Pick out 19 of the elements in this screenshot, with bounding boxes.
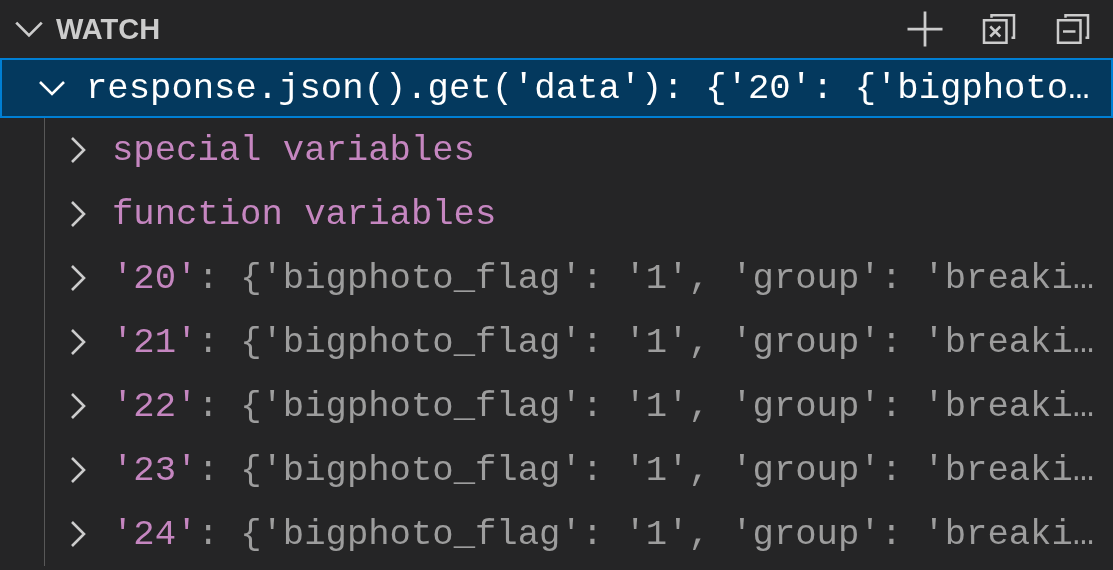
variable-row[interactable]: function variables — [0, 182, 1113, 246]
variable-row[interactable]: '22': {'bigphoto_flag': '1', 'group': 'breaki… — [0, 374, 1113, 438]
variable-entry: '24': {'bigphoto_flag': '1', 'group': 'breaki… — [112, 513, 1095, 555]
variable-entry: '20': {'bigphoto_flag': '1', 'group': 'breaki… — [112, 257, 1095, 299]
variable-group-label: function variables — [112, 193, 497, 235]
variable-row[interactable]: '24': {'bigphoto_flag': '1', 'group': 'breaki… — [0, 502, 1113, 566]
variable-row[interactable]: '23': {'bigphoto_flag': '1', 'group': 'breaki… — [0, 438, 1113, 502]
variable-row[interactable]: '20': {'bigphoto_flag': '1', 'group': 'breaki… — [0, 246, 1113, 310]
variable-entry: '23': {'bigphoto_flag': '1', 'group': 'breaki… — [112, 449, 1095, 491]
variable-row[interactable]: special variables — [0, 118, 1113, 182]
variable-group-label: special variables — [112, 129, 475, 171]
plus-icon — [905, 9, 945, 49]
variable-entry: '22': {'bigphoto_flag': '1', 'group': 'breaki… — [112, 385, 1095, 427]
variable-row[interactable]: '21': {'bigphoto_flag': '1', 'group': 'breaki… — [0, 310, 1113, 374]
variable-entry: '21': {'bigphoto_flag': '1', 'group': 'breaki… — [112, 321, 1095, 363]
expression-text: response.json().get('data'): {'20': {'bigphoto… — [86, 67, 1090, 109]
add-expression-button[interactable] — [905, 9, 945, 49]
watch-expression[interactable]: response.json().get('data'): {'20': {'bigphoto… — [0, 58, 1113, 118]
panel-title: WATCH — [56, 12, 162, 46]
